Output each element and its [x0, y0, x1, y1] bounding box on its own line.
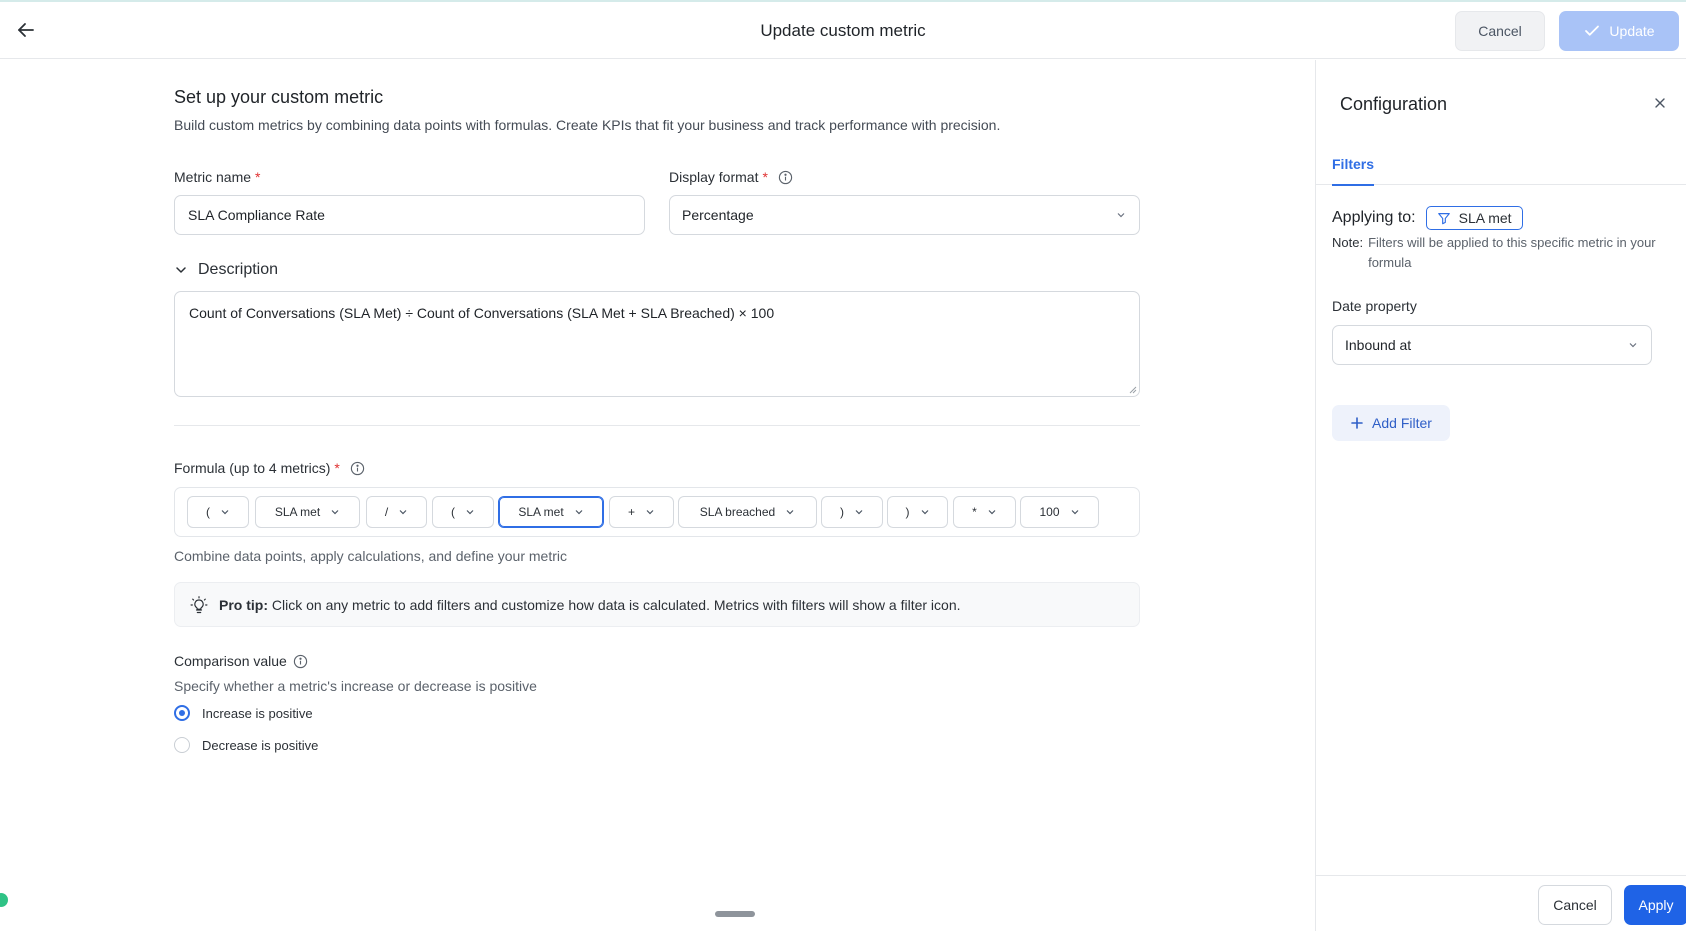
- chevron-down-icon: [855, 510, 863, 515]
- chevron-down-icon: [331, 510, 339, 515]
- chevron-down-icon: [466, 510, 474, 515]
- formula-token-number[interactable]: 100: [1020, 496, 1099, 528]
- formula-token-operator[interactable]: /: [366, 496, 427, 528]
- section-title: Set up your custom metric: [174, 87, 384, 107]
- chevron-down-icon: [399, 510, 407, 515]
- lightbulb-icon: [190, 595, 208, 613]
- required-mark: *: [762, 169, 768, 185]
- tab-filters[interactable]: Filters: [1332, 156, 1375, 186]
- date-property-label: Date property: [1332, 298, 1417, 314]
- display-format-select[interactable]: Percentage: [669, 195, 1140, 235]
- formula-token-operator[interactable]: +: [609, 496, 674, 528]
- radio-increase-positive[interactable]: Increase is positive: [174, 705, 313, 721]
- description-textarea[interactable]: Count of Conversations (SLA Met) ÷ Count…: [174, 291, 1140, 397]
- section-divider: [174, 425, 1140, 426]
- formula-token-close-paren[interactable]: ): [887, 496, 948, 528]
- pro-tip-text: Click on any metric to add filters and c…: [271, 596, 961, 613]
- comparison-subtitle: Specify whether a metric's increase or d…: [174, 678, 537, 694]
- radio-decrease-positive[interactable]: Decrease is positive: [174, 737, 318, 753]
- info-icon[interactable]: [778, 170, 793, 185]
- applying-metric-tag: SLA met: [1425, 206, 1523, 230]
- metric-name-label: Metric name *: [174, 169, 261, 185]
- formula-token-metric-selected[interactable]: SLA met: [498, 496, 604, 528]
- formula-builder: ( SLA met / ( SLA met + SLA breached ))…: [174, 487, 1140, 537]
- filters-note: Note: Filters will be applied to this sp…: [1332, 235, 1656, 270]
- update-button[interactable]: Update: [1559, 11, 1679, 51]
- chevron-down-icon: [575, 510, 583, 515]
- page-header: Update custom metric Cancel Update: [0, 2, 1686, 59]
- section-subtitle: Build custom metrics by combining data p…: [174, 117, 1001, 133]
- formula-token-close-paren[interactable]: ): [821, 496, 883, 528]
- description-toggle[interactable]: Description: [174, 261, 278, 279]
- formula-token-metric[interactable]: SLA met: [255, 496, 360, 528]
- info-icon[interactable]: [293, 654, 308, 669]
- main-content: Set up your custom metric Build custom m…: [0, 60, 1315, 931]
- page-title: Update custom metric: [760, 21, 926, 40]
- chevron-down-icon: [988, 510, 996, 515]
- chevron-down-icon: [1071, 510, 1078, 515]
- header-cancel-button[interactable]: Cancel: [1455, 11, 1545, 51]
- formula-token-open-paren[interactable]: (: [187, 496, 249, 528]
- radio-button-selected[interactable]: [174, 705, 190, 721]
- panel-footer: Cancel Apply: [1316, 875, 1686, 931]
- chevron-down-icon: [221, 510, 229, 515]
- update-button-label: Update: [1609, 23, 1655, 39]
- info-icon[interactable]: [350, 461, 365, 476]
- radio-button[interactable]: [174, 737, 190, 753]
- description-toggle-label: Description: [198, 261, 279, 278]
- filter-icon: [1437, 213, 1450, 225]
- formula-token-metric[interactable]: SLA breached: [678, 496, 817, 528]
- chevron-down-icon: [176, 267, 186, 273]
- chevron-down-icon: [786, 510, 794, 515]
- chevron-down-icon: [921, 510, 928, 515]
- chevron-down-icon: [1117, 213, 1125, 218]
- required-mark: *: [334, 460, 340, 476]
- status-dot: [0, 893, 8, 907]
- pro-tip-banner: Pro tip: Click on any metric to add filt…: [174, 582, 1140, 627]
- formula-hint: Combine data points, apply calculations,…: [174, 548, 567, 564]
- panel-tabs: Filters: [1316, 142, 1686, 186]
- chevron-down-icon: [646, 510, 654, 515]
- required-mark: *: [255, 169, 261, 185]
- formula-token-open-paren[interactable]: (: [432, 496, 494, 528]
- formula-label: Formula (up to 4 metrics) *: [174, 460, 365, 476]
- drag-handle[interactable]: [715, 911, 755, 917]
- applying-to: Applying to: SLA met: [1332, 206, 1523, 230]
- display-format-label: Display format *: [669, 169, 793, 185]
- apply-button[interactable]: Apply: [1624, 885, 1686, 925]
- configuration-panel: Configuration Filters Applying to: SLA m…: [1315, 60, 1686, 931]
- panel-title: Configuration: [1340, 94, 1448, 114]
- check-icon: [1585, 25, 1600, 36]
- add-filter-button[interactable]: Add Filter: [1332, 405, 1450, 441]
- plus-icon: [1351, 417, 1363, 429]
- chevron-down-icon: [1629, 343, 1637, 348]
- formula-token-operator[interactable]: *: [953, 496, 1016, 528]
- comparison-label: Comparison value: [174, 653, 308, 669]
- panel-cancel-button[interactable]: Cancel: [1538, 885, 1612, 925]
- close-icon[interactable]: [1653, 96, 1667, 110]
- pro-tip-label: Pro tip:: [219, 596, 268, 613]
- date-property-select[interactable]: Inbound at: [1332, 325, 1652, 365]
- resize-grip-icon[interactable]: [1129, 386, 1137, 394]
- metric-name-input[interactable]: SLA Compliance Rate: [174, 195, 645, 235]
